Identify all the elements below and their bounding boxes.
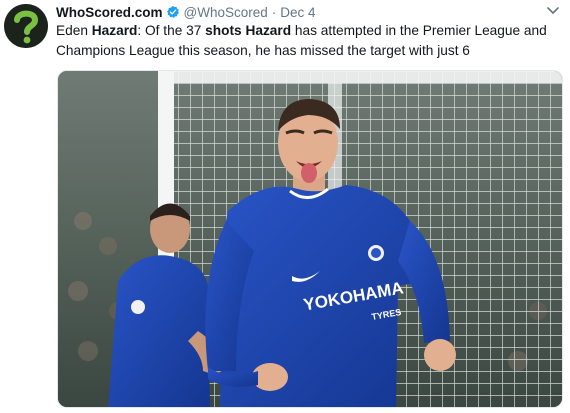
- handle[interactable]: @WhoScored: [184, 5, 268, 20]
- separator-dot: ·: [271, 4, 277, 20]
- tweet-text-part: Eden: [56, 23, 92, 38]
- tweet-header: WhoScored.com @WhoScored · Dec 4: [56, 3, 316, 21]
- tweet-card[interactable]: WhoScored.com @WhoScored · Dec 4 Eden Ha…: [0, 0, 570, 413]
- tweet-text-part: : Of the 37: [137, 23, 206, 38]
- tweet-date[interactable]: Dec 4: [280, 5, 315, 20]
- verified-badge-icon: [166, 5, 179, 18]
- player-celebration-photo: YOKOHAMA TYRES: [58, 71, 562, 407]
- avatar[interactable]: [4, 4, 48, 48]
- whoscored-logo-icon: [4, 4, 48, 48]
- display-name[interactable]: WhoScored.com: [56, 5, 163, 20]
- chevron-down-icon[interactable]: [546, 6, 560, 16]
- tweet-text-part: Hazard: [245, 23, 292, 38]
- tweet-text-part: shots: [205, 23, 242, 38]
- tweet-photo[interactable]: YOKOHAMA TYRES: [57, 70, 563, 408]
- tweet-text: Eden Hazard: Of the 37 shots Hazard has …: [56, 21, 561, 61]
- tweet-text-part: Hazard: [91, 23, 138, 38]
